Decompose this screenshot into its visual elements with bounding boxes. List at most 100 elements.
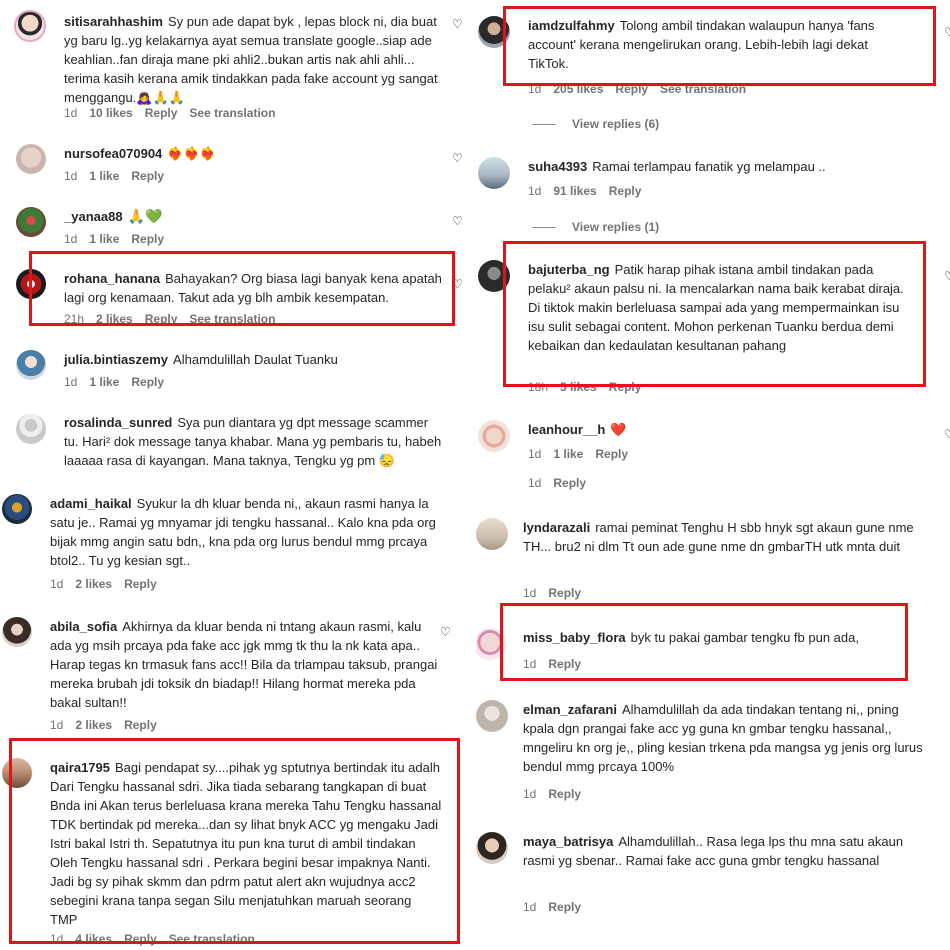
see-translation-button[interactable]: See translation xyxy=(169,932,255,946)
reply-button[interactable]: Reply xyxy=(548,900,581,914)
see-translation-button[interactable]: See translation xyxy=(660,82,746,96)
comment-text: bajuterba_ng Patik harap pihak istana amb… xyxy=(528,262,904,353)
likes-count[interactable]: 2 likes xyxy=(75,718,112,732)
username[interactable]: _yanaa88 xyxy=(64,209,123,224)
avatar[interactable] xyxy=(478,420,510,452)
comment-abila-sofia: abila_sofia Akhirnya da kluar benda ni tn… xyxy=(0,614,474,739)
view-replies-button[interactable]: View replies (1) xyxy=(532,220,659,234)
comment-meta: 1d Reply xyxy=(528,476,587,490)
avatar[interactable] xyxy=(478,157,510,189)
username[interactable]: maya_batrisya xyxy=(523,834,613,849)
comment-text: _yanaa88 🙏💚 xyxy=(64,208,163,224)
comment-text: leanhour__h ❤️ xyxy=(528,422,627,437)
likes-count[interactable]: 4 likes xyxy=(75,932,112,946)
comment-text: elman_zafarani Alhamdulillah da ada tinda… xyxy=(523,702,923,774)
view-replies-button[interactable]: View replies (6) xyxy=(532,117,659,131)
avatar[interactable] xyxy=(16,350,46,380)
likes-count[interactable]: 2 likes xyxy=(96,312,133,326)
username[interactable]: rohana_hanana xyxy=(64,271,160,286)
comment-sitisarahhashim: sitisarahhashim Sy pun ade dapat byk , le… xyxy=(0,0,474,130)
avatar[interactable] xyxy=(16,144,46,174)
likes-count[interactable]: 1 like xyxy=(89,375,119,389)
comment-leanhour-h: leanhour__h ❤️ 1d 1 like Reply ♡ xyxy=(476,418,950,468)
reply-button[interactable]: Reply xyxy=(124,932,157,946)
avatar[interactable] xyxy=(2,758,32,788)
username[interactable]: adami_haikal xyxy=(50,496,132,511)
likes-count[interactable]: 10 likes xyxy=(89,106,132,120)
comment-text: adami_haikal Syukur la dh kluar benda ni,… xyxy=(50,496,436,568)
likes-count[interactable]: 91 likes xyxy=(553,184,596,198)
reply-button[interactable]: Reply xyxy=(548,787,581,801)
avatar[interactable] xyxy=(2,494,32,524)
avatar[interactable] xyxy=(476,832,508,864)
comment-text: sitisarahhashim Sy pun ade dapat byk , le… xyxy=(64,14,438,105)
heart-outline-icon[interactable]: ♡ xyxy=(452,215,464,227)
comment-lyndarazali: lyndarazali ramai peminat Tenghu H sbb hn… xyxy=(476,516,950,606)
see-translation-button[interactable]: See translation xyxy=(189,312,275,326)
comment-meta: 1d 1 like Reply xyxy=(528,447,629,461)
comment-meta: 1d 1 like Reply xyxy=(64,232,165,246)
avatar[interactable] xyxy=(476,700,508,732)
reply-button[interactable]: Reply xyxy=(124,577,157,591)
username[interactable]: nursofea070904 xyxy=(64,146,162,161)
likes-count[interactable]: 205 likes xyxy=(553,82,603,96)
avatar[interactable] xyxy=(476,628,506,660)
comment-text: lyndarazali ramai peminat Tenghu H sbb hn… xyxy=(523,520,914,554)
reply-button[interactable]: Reply xyxy=(145,106,178,120)
reply-button[interactable]: Reply xyxy=(615,82,648,96)
reply-button[interactable]: Reply xyxy=(553,476,586,490)
comment-meta: 1d 1 like Reply xyxy=(64,169,165,183)
username[interactable]: julia.bintiaszemy xyxy=(64,352,168,367)
reply-button[interactable]: Reply xyxy=(609,380,642,394)
username[interactable]: miss_baby_flora xyxy=(523,630,626,645)
heart-outline-icon[interactable]: ♡ xyxy=(944,26,950,38)
comment-meta: 1d 91 likes Reply xyxy=(528,184,642,198)
reply-button[interactable]: Reply xyxy=(548,586,581,600)
avatar[interactable] xyxy=(478,260,510,292)
avatar[interactable] xyxy=(2,617,32,647)
comment-suha4393: suha4393 Ramai terlampau fanatik yg melam… xyxy=(476,155,950,235)
likes-count[interactable]: 2 likes xyxy=(75,577,112,591)
username[interactable]: elman_zafarani xyxy=(523,702,617,717)
likes-count[interactable]: 1 like xyxy=(553,447,583,461)
reply-button[interactable]: Reply xyxy=(145,312,178,326)
avatar[interactable] xyxy=(476,518,508,550)
username[interactable]: iamdzulfahmy xyxy=(528,18,615,33)
reply-button[interactable]: Reply xyxy=(131,232,164,246)
username[interactable]: rosalinda_sunred xyxy=(64,415,172,430)
comment-nursofea070904: nursofea070904 ❤️‍🔥❤️‍🔥❤️‍🔥 1d 1 like Reply… xyxy=(0,140,474,195)
comment-text: suha4393 Ramai terlampau fanatik yg melam… xyxy=(528,159,826,174)
reply-button[interactable]: Reply xyxy=(124,718,157,732)
avatar[interactable] xyxy=(16,207,46,237)
comment-meta: 1d 10 likes Reply See translation xyxy=(64,106,287,120)
heart-outline-icon[interactable]: ♡ xyxy=(452,18,464,30)
reply-button[interactable]: Reply xyxy=(609,184,642,198)
username[interactable]: suha4393 xyxy=(528,159,587,174)
heart-outline-icon[interactable]: ♡ xyxy=(440,626,452,638)
reply-button[interactable]: Reply xyxy=(548,657,581,671)
comment-text: miss_baby_flora byk tu pakai gambar tengk… xyxy=(523,630,859,645)
reply-button[interactable]: Reply xyxy=(131,169,164,183)
heart-outline-icon[interactable]: ♡ xyxy=(452,152,464,164)
right-top-panel: iamdzulfahmy Tolong ambil tindakan walaup… xyxy=(476,0,950,500)
likes-count[interactable]: 1 like xyxy=(89,232,119,246)
username[interactable]: sitisarahhashim xyxy=(64,14,163,29)
username[interactable]: lyndarazali xyxy=(523,520,590,535)
reply-button[interactable]: Reply xyxy=(595,447,628,461)
heart-outline-icon[interactable]: ♡ xyxy=(452,278,464,290)
avatar[interactable] xyxy=(16,269,46,299)
likes-count[interactable]: 1 like xyxy=(89,169,119,183)
avatar[interactable] xyxy=(16,414,46,444)
avatar[interactable] xyxy=(14,10,46,42)
comment-iamdzulfahmy: iamdzulfahmy Tolong ambil tindakan walaup… xyxy=(476,12,950,137)
avatar[interactable] xyxy=(478,16,510,48)
see-translation-button[interactable]: See translation xyxy=(189,106,275,120)
likes-count[interactable]: 5 likes xyxy=(560,380,597,394)
username[interactable]: leanhour__h xyxy=(528,422,605,437)
username[interactable]: qaira1795 xyxy=(50,760,110,775)
heart-outline-icon[interactable]: ♡ xyxy=(944,270,950,282)
username[interactable]: abila_sofia xyxy=(50,619,117,634)
username[interactable]: bajuterba_ng xyxy=(528,262,610,277)
reply-button[interactable]: Reply xyxy=(131,375,164,389)
heart-outline-icon[interactable]: ♡ xyxy=(944,428,950,440)
